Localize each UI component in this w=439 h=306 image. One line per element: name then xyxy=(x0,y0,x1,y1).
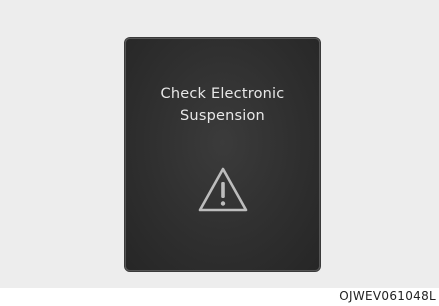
figure-background: Check Electronic Suspension xyxy=(0,0,439,288)
warning-message: Check Electronic Suspension xyxy=(125,83,320,127)
warning-message-line-2: Suspension xyxy=(180,108,265,124)
warning-triangle-icon xyxy=(198,167,248,212)
cluster-display-panel: Check Electronic Suspension xyxy=(125,38,320,271)
warning-message-line-1: Check Electronic xyxy=(160,86,285,102)
figure-code: OJWEV061048L xyxy=(339,289,436,303)
